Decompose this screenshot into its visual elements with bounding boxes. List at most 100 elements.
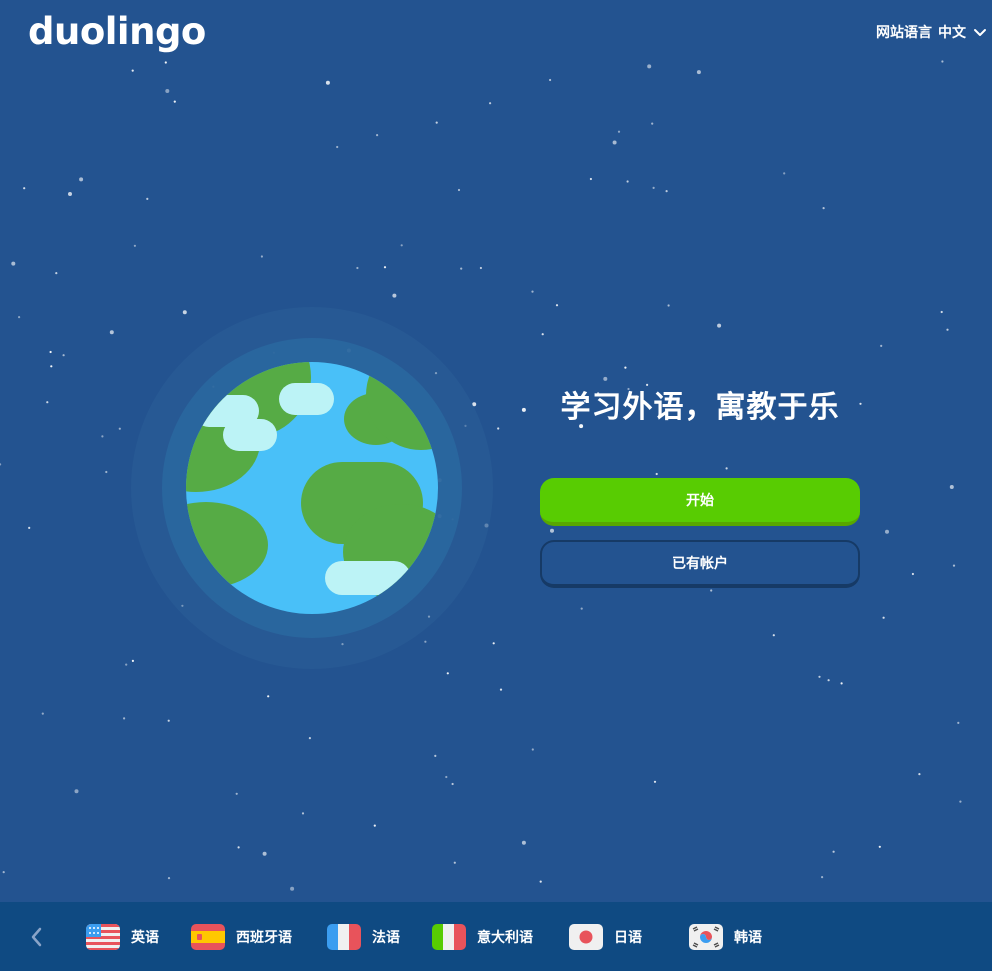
italy-flag-icon bbox=[432, 924, 466, 950]
star-dot bbox=[50, 365, 53, 368]
star-dot bbox=[400, 244, 403, 247]
star-dot bbox=[772, 634, 775, 637]
star-dot bbox=[653, 780, 657, 783]
chevron-left-icon[interactable] bbox=[26, 926, 48, 948]
star-dot bbox=[446, 672, 449, 675]
star-dot bbox=[539, 880, 542, 883]
star-dot bbox=[665, 190, 668, 193]
star-dot bbox=[451, 782, 454, 786]
earth-illustration bbox=[131, 307, 493, 669]
star-dot bbox=[0, 463, 2, 466]
hero-headline: 学习外语，寓教于乐 bbox=[560, 390, 840, 425]
japan-flag-icon bbox=[569, 924, 603, 950]
course-item-french[interactable]: 法语 bbox=[327, 924, 400, 950]
star-dot bbox=[125, 663, 128, 666]
star-dot bbox=[235, 792, 238, 795]
star-dot bbox=[617, 130, 621, 133]
course-item-english[interactable]: 英语 bbox=[86, 924, 159, 950]
star-dot bbox=[647, 64, 652, 69]
star-dot bbox=[957, 721, 960, 725]
chevron-down-icon bbox=[974, 29, 986, 36]
star-dot bbox=[18, 316, 21, 319]
star-dot bbox=[173, 100, 176, 103]
star-dot bbox=[531, 748, 534, 751]
star-dot bbox=[822, 207, 825, 210]
star-dot bbox=[949, 485, 954, 489]
star-dot bbox=[123, 717, 126, 720]
star-dot bbox=[383, 266, 387, 269]
star-dot bbox=[880, 344, 883, 347]
course-item-japanese[interactable]: 日语 bbox=[569, 924, 642, 950]
star-dot bbox=[167, 719, 170, 722]
star-dot bbox=[41, 712, 44, 715]
star-dot bbox=[911, 572, 915, 576]
star-dot bbox=[167, 877, 171, 880]
france-flag-icon bbox=[327, 924, 361, 950]
star-dot bbox=[79, 177, 84, 182]
star-dot bbox=[2, 871, 5, 874]
course-label: 法语 bbox=[372, 930, 400, 946]
star-dot bbox=[549, 78, 552, 82]
star-dot bbox=[336, 145, 339, 149]
star-dot bbox=[827, 679, 830, 682]
star-dot bbox=[531, 290, 534, 293]
star-dot bbox=[832, 850, 835, 853]
us-flag-icon bbox=[86, 924, 120, 950]
star-dot bbox=[489, 102, 492, 105]
star-dot bbox=[612, 140, 617, 145]
star-dot bbox=[356, 266, 359, 270]
star-dot bbox=[652, 186, 655, 189]
star-dot bbox=[521, 840, 526, 845]
site-language-label: 网站语言 bbox=[876, 25, 932, 41]
star-dot bbox=[667, 304, 670, 307]
course-item-korean[interactable]: 韩语 bbox=[689, 924, 762, 950]
spain-flag-icon bbox=[191, 924, 225, 950]
star-dot bbox=[445, 775, 448, 779]
star-dot bbox=[555, 304, 559, 307]
star-dot bbox=[940, 310, 943, 314]
hero-section: 学习外语，寓教于乐 开始 已有帐户 bbox=[540, 382, 860, 588]
star-dot bbox=[267, 695, 270, 698]
course-item-spanish[interactable]: 西班牙语 bbox=[191, 924, 292, 950]
star-dot bbox=[946, 328, 949, 331]
star-dot bbox=[840, 682, 843, 685]
star-dot bbox=[457, 188, 461, 192]
star-dot bbox=[541, 333, 544, 336]
star-dot bbox=[497, 427, 500, 430]
star-dot bbox=[783, 172, 786, 175]
star-dot bbox=[821, 876, 824, 879]
star-dot bbox=[74, 789, 79, 794]
star-dot bbox=[651, 122, 654, 125]
site-language-value: 中文 bbox=[938, 25, 966, 41]
star-dot bbox=[521, 407, 526, 412]
star-dot bbox=[23, 187, 26, 190]
star-dot bbox=[68, 192, 72, 196]
star-dot bbox=[603, 376, 608, 381]
star-dot bbox=[308, 737, 311, 740]
star-dot bbox=[62, 354, 65, 357]
get-started-button[interactable]: 开始 bbox=[540, 478, 860, 526]
star-dot bbox=[262, 851, 267, 856]
star-dot bbox=[696, 70, 701, 75]
course-item-italian[interactable]: 意大利语 bbox=[432, 924, 533, 950]
star-dot bbox=[624, 366, 627, 369]
have-account-button[interactable]: 已有帐户 bbox=[540, 540, 860, 588]
star-dot bbox=[434, 754, 437, 758]
star-dot bbox=[499, 688, 503, 691]
star-dot bbox=[118, 427, 121, 430]
star-dot bbox=[479, 266, 482, 270]
site-language-selector[interactable]: 网站语言 中文 bbox=[876, 22, 988, 42]
star-dot bbox=[11, 261, 16, 266]
star-dot bbox=[435, 121, 438, 124]
star-dot bbox=[952, 564, 956, 567]
star-dot bbox=[392, 293, 397, 298]
star-dot bbox=[878, 845, 881, 848]
course-label: 英语 bbox=[131, 930, 159, 946]
star-dot bbox=[626, 180, 629, 183]
star-dot bbox=[376, 134, 379, 137]
duolingo-logo[interactable]: duolingo bbox=[28, 10, 206, 53]
star-dot bbox=[46, 401, 49, 404]
star-dot bbox=[260, 255, 263, 258]
star-dot bbox=[325, 80, 330, 85]
star-dot bbox=[710, 589, 713, 592]
